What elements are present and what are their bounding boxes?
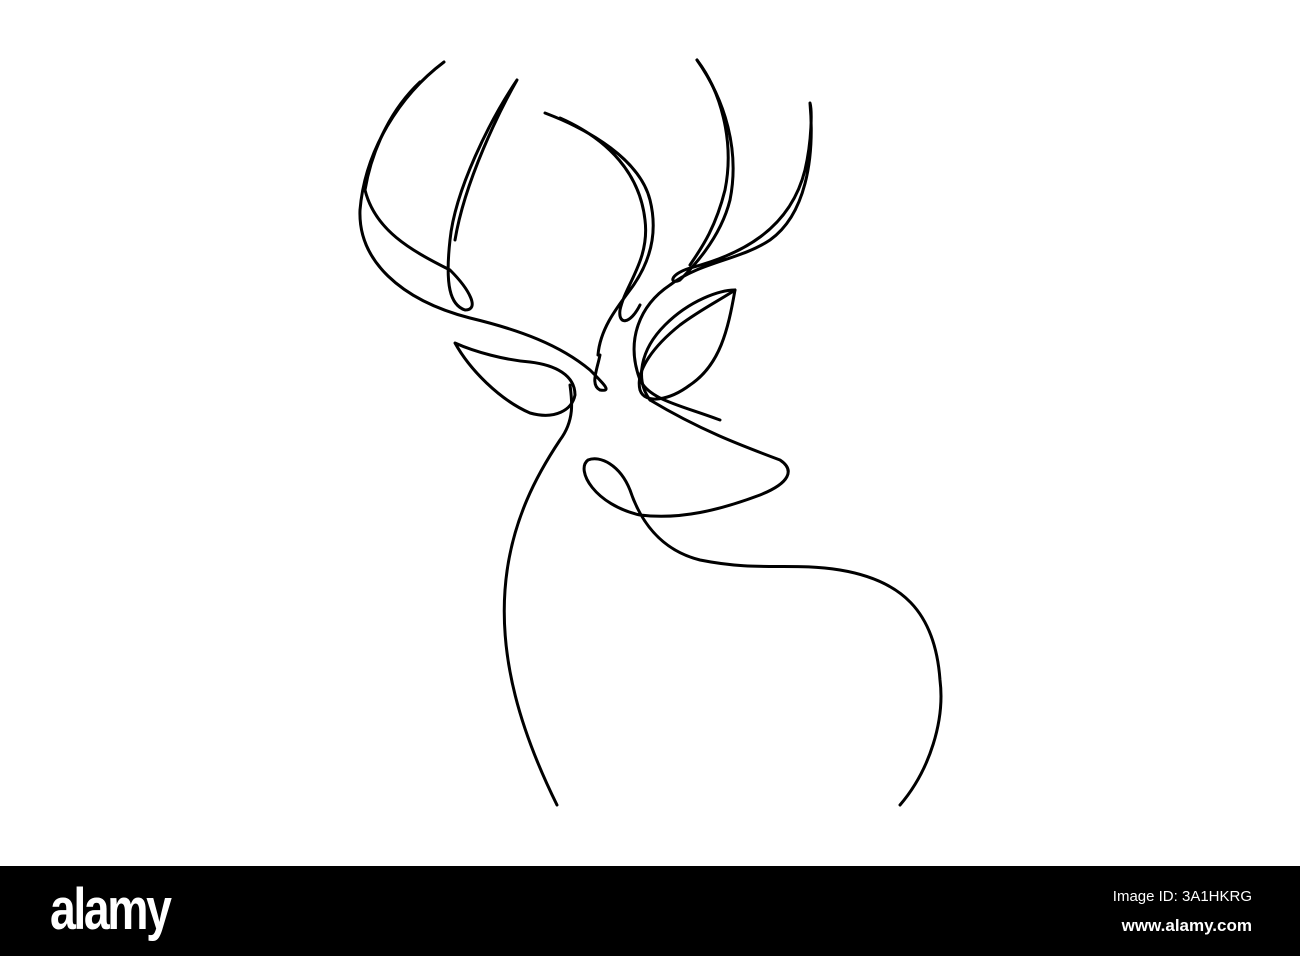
website-link[interactable]: www.alamy.com xyxy=(1122,916,1252,936)
image-id-label: Image ID: 3A1HKRG xyxy=(1112,888,1252,905)
alamy-logo: alamy xyxy=(50,877,172,942)
center-antler xyxy=(543,111,655,357)
watermark-bar: alamy Image ID: 3A1HKRG www.alamy.com xyxy=(0,866,1300,956)
neck-left-line xyxy=(502,383,574,807)
neck-right-line xyxy=(582,398,943,807)
left-ear xyxy=(453,341,577,417)
deer-line-drawing xyxy=(358,58,943,807)
